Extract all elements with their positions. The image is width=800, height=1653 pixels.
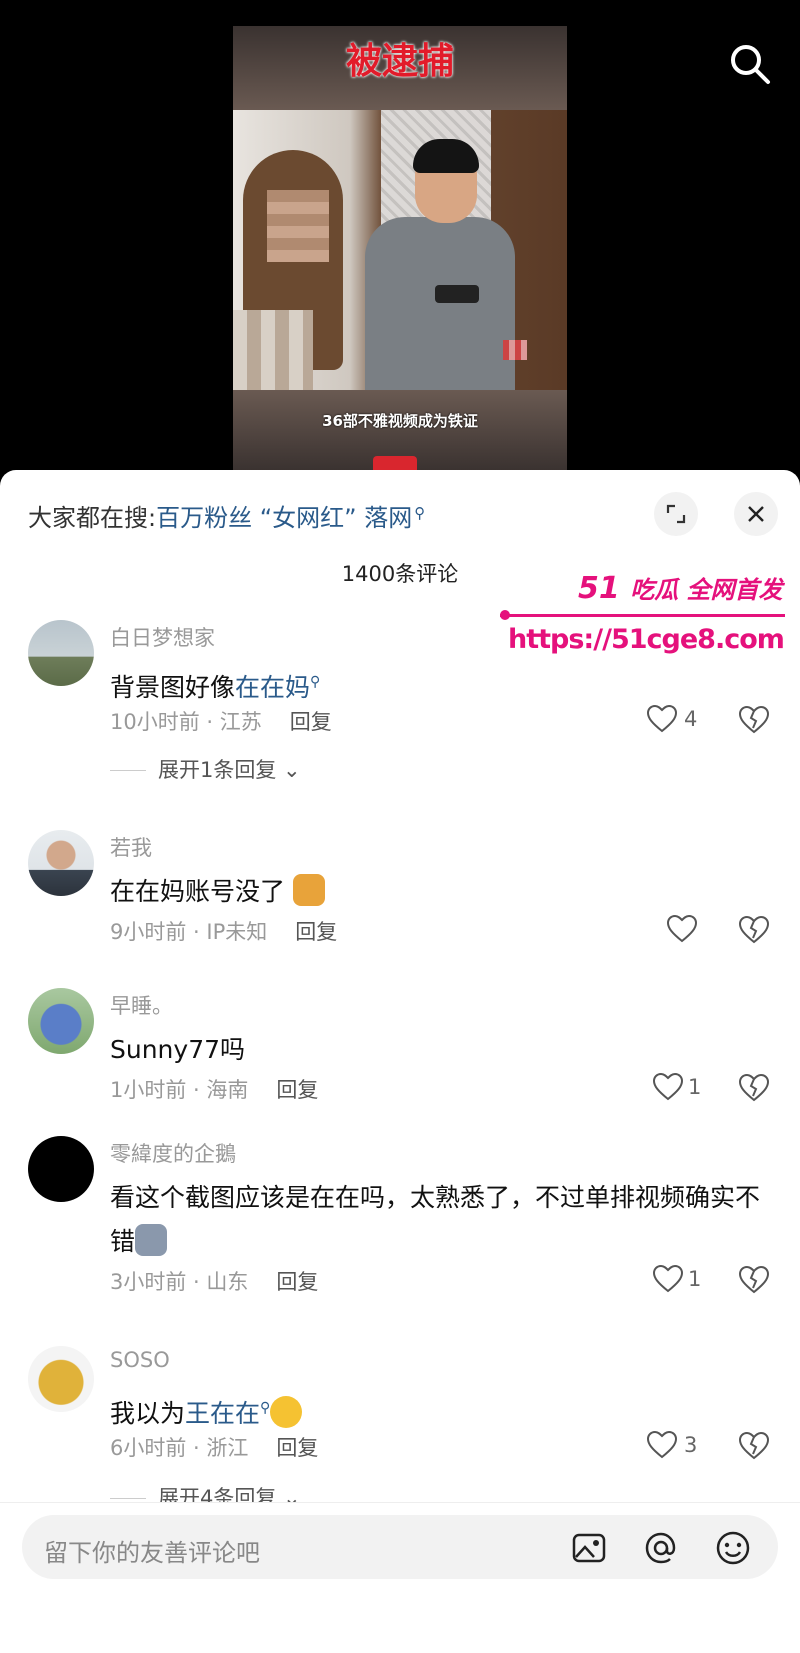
broken-heart-icon[interactable] xyxy=(738,1264,770,1296)
cat-emoji-icon xyxy=(135,1224,168,1256)
like-count: 3 xyxy=(684,1433,698,1457)
comment-link[interactable]: 王在在 xyxy=(185,1399,260,1428)
heart-icon xyxy=(652,1264,684,1293)
broken-heart-icon[interactable] xyxy=(738,1430,770,1462)
comment-meta: 9小时前 · IP未知 回复 xyxy=(110,920,338,944)
close-icon[interactable] xyxy=(734,492,778,536)
video-player[interactable]: 被逮捕 36部不雅视频成为铁证 xyxy=(0,0,800,480)
reply-button[interactable]: 回复 xyxy=(276,1270,318,1294)
crying-emoji-icon xyxy=(270,1396,303,1428)
comment-link[interactable]: 在在妈 xyxy=(235,673,310,702)
avatar[interactable] xyxy=(28,1136,94,1202)
comment-composer: 留下你的友善评论吧 xyxy=(0,1502,800,1653)
video-red-label xyxy=(373,456,417,471)
broken-heart-icon[interactable] xyxy=(738,914,770,946)
avatar[interactable] xyxy=(28,988,94,1054)
comment-meta: 1小时前 · 海南 回复 xyxy=(110,1078,319,1102)
comment-text: 在在妈账号没了 xyxy=(110,870,760,914)
comment-text: 看这个截图应该是在在吗，太熟悉了，不过单排视频确实不错 xyxy=(110,1183,761,1256)
like-count: 4 xyxy=(684,707,698,731)
emoji-icon[interactable] xyxy=(714,1529,752,1567)
avatar[interactable] xyxy=(28,830,94,896)
comment-username[interactable]: 早睡。 xyxy=(110,990,173,1020)
expand-replies[interactable]: 展开1条回复 ⌄ xyxy=(110,754,301,784)
image-icon[interactable] xyxy=(570,1529,608,1567)
comments-sheet: 大家都在搜:百万粉丝 “女网红” 落网 ⚲ 1400条评论 51 吃瓜 全网首发 … xyxy=(0,470,800,1653)
comment-username[interactable]: 零緯度的企鵝 xyxy=(110,1138,236,1168)
expand-icon[interactable] xyxy=(654,492,698,536)
blurred-woman xyxy=(233,150,373,390)
comment-meta: 3小时前 · 山东 回复 xyxy=(110,1270,319,1294)
like-button[interactable]: 1 xyxy=(652,1264,701,1294)
video-photo xyxy=(233,110,567,390)
comment-input[interactable]: 留下你的友善评论吧 xyxy=(22,1515,778,1579)
heart-icon xyxy=(646,1430,678,1459)
heart-icon xyxy=(652,1072,684,1101)
man-figure xyxy=(365,139,515,390)
reply-button[interactable]: 回复 xyxy=(276,1436,318,1460)
heart-icon xyxy=(646,704,678,733)
at-icon[interactable] xyxy=(642,1529,680,1567)
broken-heart-icon[interactable] xyxy=(738,1072,770,1104)
avatar[interactable] xyxy=(28,620,94,686)
comment-username[interactable]: SOSO xyxy=(110,1348,170,1372)
reply-button[interactable]: 回复 xyxy=(290,710,332,734)
like-button[interactable]: 1 xyxy=(652,1072,701,1102)
broken-heart-icon[interactable] xyxy=(738,704,770,736)
like-button[interactable]: 4 xyxy=(646,704,697,734)
hot-search-query[interactable]: 百万粉丝 “女网红” 落网 xyxy=(156,504,412,532)
comment-placeholder: 留下你的友善评论吧 xyxy=(44,1539,260,1567)
reply-button[interactable]: 回复 xyxy=(295,920,337,944)
hot-search-prefix: 大家都在搜: xyxy=(28,504,157,532)
pixelated-patch xyxy=(503,340,527,360)
reply-button[interactable]: 回复 xyxy=(276,1078,318,1102)
comment-username[interactable]: 白日梦想家 xyxy=(110,622,215,652)
comment-username[interactable]: 若我 xyxy=(110,832,152,862)
video-title-overlay: 被逮捕 xyxy=(345,41,454,82)
avatar[interactable] xyxy=(28,1346,94,1412)
watermark: 51 吃瓜 全网首发 https://51cge8.com xyxy=(500,570,800,670)
comment-meta: 6小时前 · 浙江 回复 xyxy=(110,1436,319,1460)
comment-text: 我以为王在在⚲ xyxy=(110,1386,760,1436)
like-count: 1 xyxy=(688,1075,702,1099)
video-bottom-band: 36部不雅视频成为铁证 xyxy=(233,390,567,471)
heart-icon xyxy=(666,914,698,943)
comment-text: 背景图好像在在妈⚲ xyxy=(110,673,321,702)
watermark-brand: 51 吃瓜 全网首发 xyxy=(578,571,783,606)
like-button[interactable]: 3 xyxy=(646,1430,697,1460)
video-top-band: 被逮捕 xyxy=(233,26,567,110)
like-button[interactable] xyxy=(666,914,698,944)
comment-meta: 10小时前 · 江苏 回复 xyxy=(110,710,332,734)
bear-emoji-icon xyxy=(292,874,325,906)
hot-search-bar[interactable]: 大家都在搜:百万粉丝 “女网红” 落网 ⚲ xyxy=(28,498,425,533)
watermark-url: https://51cge8.com xyxy=(508,624,785,655)
comment-text: Sunny77吗 xyxy=(110,1035,246,1064)
search-icon[interactable] xyxy=(728,42,772,86)
video-frame[interactable]: 被逮捕 36部不雅视频成为铁证 xyxy=(233,26,567,471)
search-small-icon: ⚲ xyxy=(414,504,426,522)
like-count: 1 xyxy=(688,1267,702,1291)
video-caption: 36部不雅视频成为铁证 xyxy=(322,412,478,430)
